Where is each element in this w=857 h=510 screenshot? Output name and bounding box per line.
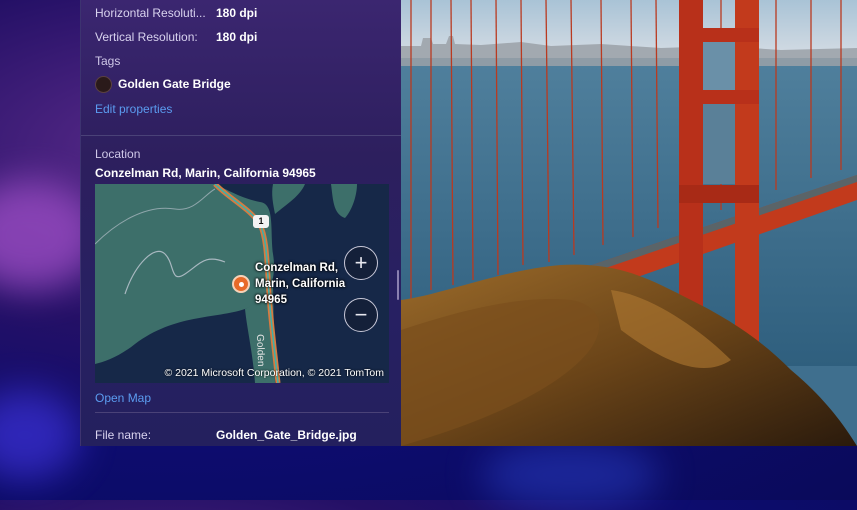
zoom-out-button[interactable]: − <box>344 298 378 332</box>
location-map[interactable]: 1 Conzelman Rd, Marin, California 94965 … <box>95 184 389 383</box>
location-label: Location <box>95 147 141 161</box>
edit-properties-link[interactable]: Edit properties <box>95 102 172 116</box>
file-name-value: Golden_Gate_Bridge.jpg <box>216 428 357 442</box>
tag-chip[interactable]: Golden Gate Bridge <box>95 75 231 93</box>
horizontal-resolution-label: Horizontal Resoluti... <box>95 6 206 20</box>
tag-name: Golden Gate Bridge <box>118 77 231 91</box>
golden-gate-bridge-image <box>401 0 857 446</box>
map-road-label: Golden <box>254 334 267 367</box>
horizontal-resolution-value: 180 dpi <box>216 6 258 20</box>
photo-preview[interactable] <box>401 0 857 446</box>
vertical-resolution-label: Vertical Resolution: <box>95 30 198 44</box>
open-map-link[interactable]: Open Map <box>95 391 151 405</box>
map-pin-icon[interactable] <box>232 275 250 293</box>
horizontal-resolution-row: Horizontal Resoluti... 180 dpi <box>95 6 257 20</box>
vertical-resolution-value: 180 dpi <box>216 30 258 44</box>
divider <box>81 135 401 136</box>
tag-color-dot <box>95 75 112 93</box>
plus-icon: + <box>354 250 368 275</box>
zoom-in-button[interactable]: + <box>344 246 378 280</box>
divider <box>95 412 389 413</box>
route-shield: 1 <box>253 215 269 228</box>
file-name-label: File name: <box>95 428 152 442</box>
map-copyright: © 2021 Microsoft Corporation, © 2021 Tom… <box>164 367 384 379</box>
tags-label: Tags <box>95 54 121 68</box>
location-value: Conzelman Rd, Marin, California 94965 <box>95 166 316 180</box>
file-name-row: File name: Golden_Gate_Bridge.jpg <box>95 428 357 442</box>
background-glow <box>0 390 80 480</box>
properties-panel: Horizontal Resoluti... 180 dpi Vertical … <box>80 0 402 446</box>
vertical-resolution-row: Vertical Resolution: 180 dpi <box>95 30 257 44</box>
minus-icon: − <box>354 302 368 327</box>
map-pin-label: Conzelman Rd, Marin, California 94965 <box>255 262 346 306</box>
panel-scrollbar[interactable] <box>397 270 399 300</box>
